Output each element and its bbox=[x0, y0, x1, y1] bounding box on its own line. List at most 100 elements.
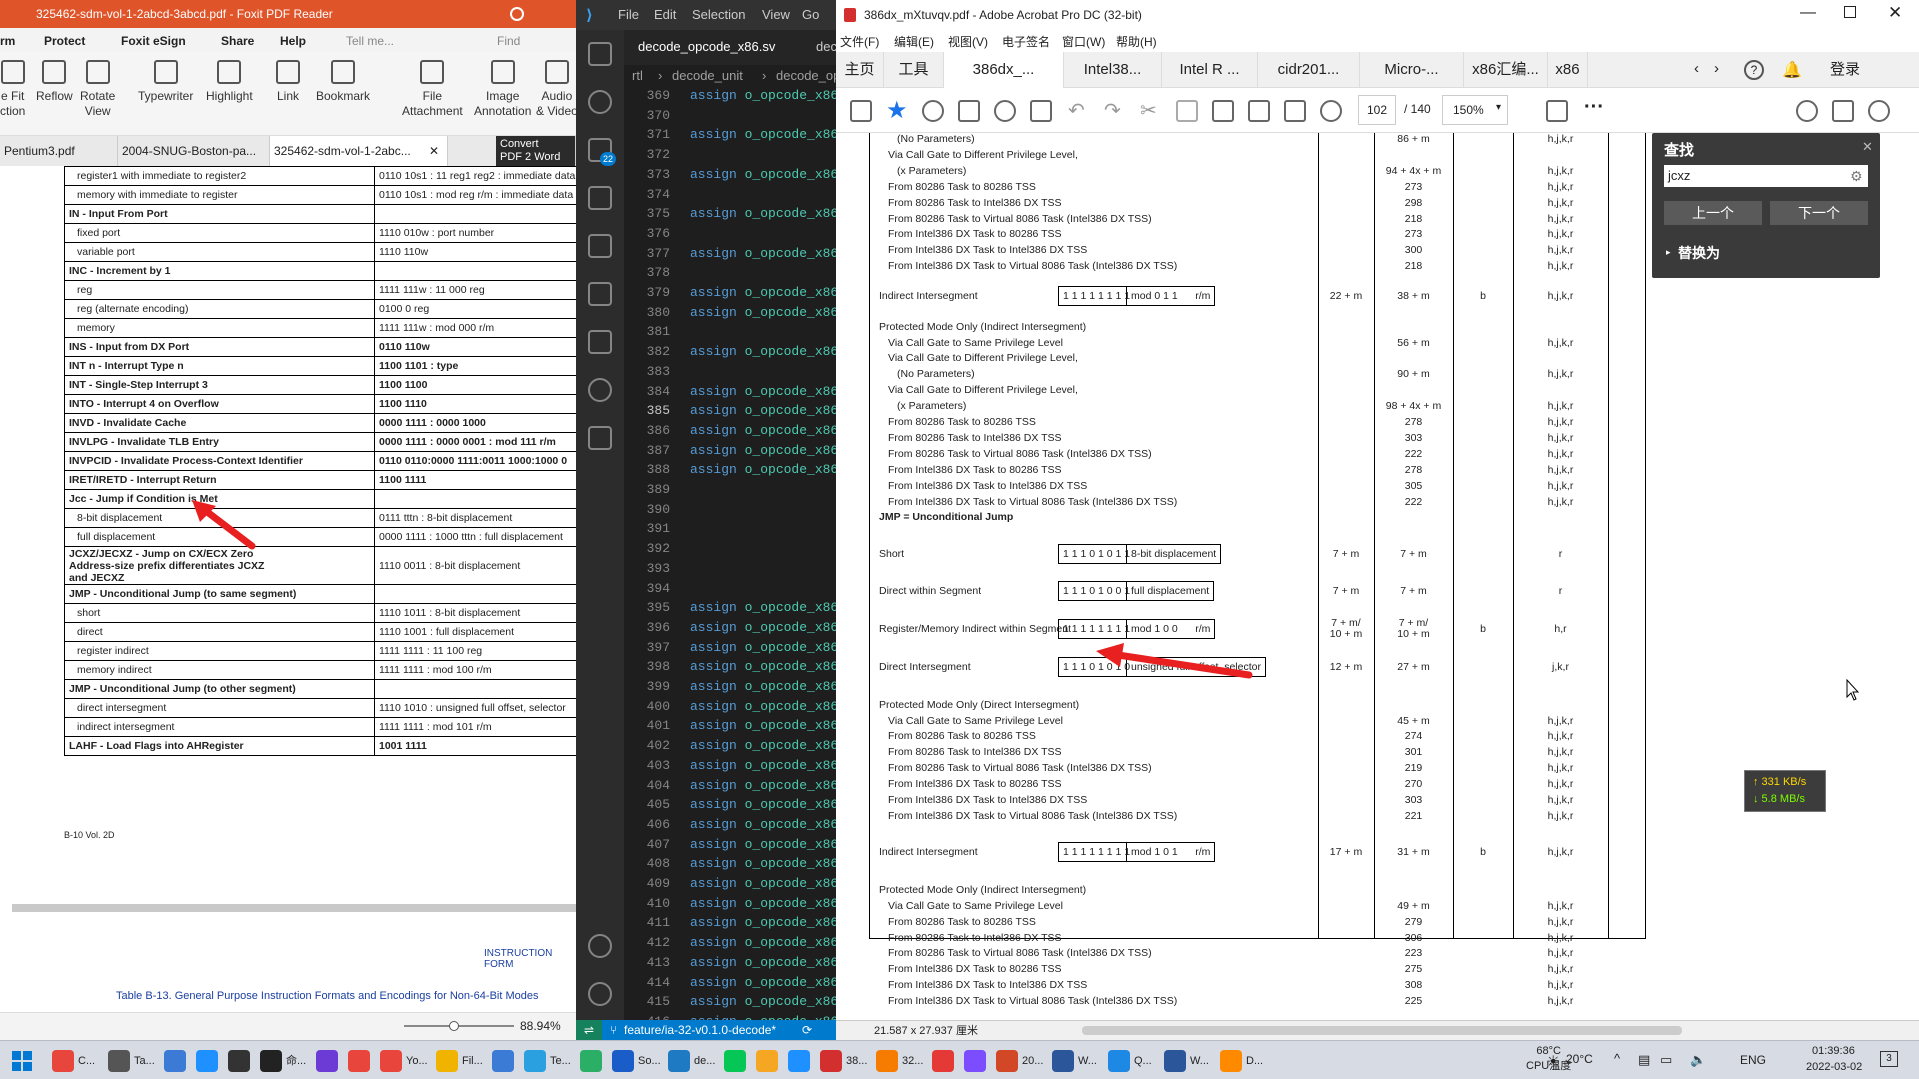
code-line[interactable]: assign o_opcode_x86 bbox=[690, 756, 836, 775]
star-icon[interactable]: ★ bbox=[886, 96, 908, 125]
menu-file[interactable]: File bbox=[618, 7, 639, 22]
run-debug-icon[interactable] bbox=[588, 186, 612, 210]
ribbon-button[interactable]: e Fit ction bbox=[0, 60, 25, 119]
code-editor[interactable]: 369 assign o_opcode_x86 370 371 assign o_opc… bbox=[624, 80, 836, 1040]
code-line[interactable]: assign o_opcode_x86 bbox=[690, 342, 836, 361]
menu-item[interactable]: 文件(F) bbox=[840, 33, 879, 50]
taskbar-app[interactable]: Q... bbox=[1108, 1047, 1152, 1075]
taskbar-app[interactable] bbox=[724, 1047, 750, 1075]
menu-go[interactable]: Go bbox=[802, 7, 819, 22]
chevron-right-icon[interactable]: › bbox=[1714, 60, 1719, 77]
code-line[interactable]: assign o_opcode_x86 bbox=[690, 894, 836, 913]
add-user-icon[interactable] bbox=[1868, 100, 1890, 122]
code-line[interactable]: assign o_opcode_x86 bbox=[690, 677, 836, 696]
chevron-left-icon[interactable]: ‹ bbox=[1694, 60, 1699, 77]
ribbon-button[interactable]: Reflow bbox=[36, 60, 73, 104]
upload-icon[interactable] bbox=[922, 100, 944, 122]
link-icon[interactable] bbox=[1796, 100, 1818, 122]
code-line[interactable]: assign o_opcode_x86 bbox=[690, 992, 836, 1011]
print-icon[interactable] bbox=[958, 100, 980, 122]
clipboard-icon[interactable] bbox=[1212, 100, 1234, 122]
code-line[interactable]: assign o_opcode_x86 bbox=[690, 303, 836, 322]
search-icon[interactable] bbox=[588, 90, 612, 114]
ribbon-button[interactable]: Typewriter bbox=[138, 60, 193, 104]
taskbar-app[interactable]: 38... bbox=[820, 1047, 867, 1075]
acrobat-tab[interactable]: cidr201... bbox=[1258, 52, 1360, 88]
menu-item[interactable]: 电子签名 bbox=[1002, 33, 1050, 50]
sync-icon[interactable]: ⟳ bbox=[802, 1020, 812, 1040]
menu-item[interactable]: 编辑(E) bbox=[894, 33, 934, 50]
taskbar-app[interactable]: Fil... bbox=[436, 1047, 483, 1075]
network-icon[interactable]: ▤ bbox=[1638, 1052, 1650, 1068]
github-icon[interactable] bbox=[588, 378, 612, 402]
protect-icon[interactable] bbox=[1030, 100, 1052, 122]
ribbon-button[interactable]: Rotate View bbox=[80, 60, 115, 119]
login-button[interactable]: 登录 bbox=[1830, 52, 1860, 88]
gear-icon[interactable] bbox=[588, 982, 612, 1006]
code-line[interactable]: assign o_opcode_x86 bbox=[690, 165, 836, 184]
save-icon[interactable] bbox=[850, 100, 872, 122]
code-line[interactable]: assign o_opcode_x86 bbox=[690, 382, 836, 401]
taskbar-app[interactable] bbox=[228, 1047, 254, 1075]
convert-pdf-button[interactable]: Convert PDF 2 Word bbox=[496, 136, 576, 166]
taskbar-app[interactable]: So... bbox=[612, 1047, 661, 1075]
taskbar-app[interactable]: W... bbox=[1164, 1047, 1209, 1075]
battery-icon[interactable]: ▭ bbox=[1660, 1052, 1672, 1068]
ribbon-button[interactable]: Highlight bbox=[206, 60, 253, 104]
code-line[interactable]: assign o_opcode_x86 bbox=[690, 835, 836, 854]
chevron-right-icon[interactable]: ▸ bbox=[1666, 247, 1671, 258]
menu-item[interactable]: 帮助(H) bbox=[1116, 33, 1157, 50]
taskbar-app[interactable] bbox=[196, 1047, 222, 1075]
remote-icon[interactable]: ⇌ bbox=[576, 1020, 602, 1040]
acrobat-tab[interactable]: 工具 bbox=[884, 52, 944, 88]
find-input[interactable]: Find bbox=[497, 34, 520, 48]
acrobat-tab[interactable]: x86 bbox=[1548, 52, 1588, 88]
doc-tab[interactable]: Pentium3.pdf bbox=[0, 136, 118, 166]
taskbar-app[interactable] bbox=[932, 1047, 958, 1075]
menu-item[interactable]: 视图(V) bbox=[948, 33, 988, 50]
taskbar-app[interactable] bbox=[756, 1047, 782, 1075]
code-line[interactable]: assign o_opcode_x86 bbox=[690, 776, 836, 795]
account-icon[interactable] bbox=[510, 7, 524, 21]
zoom-slider[interactable] bbox=[404, 1025, 514, 1027]
camera-icon[interactable] bbox=[1248, 100, 1270, 122]
pages-icon[interactable] bbox=[1284, 100, 1306, 122]
code-line[interactable]: assign o_opcode_x86 bbox=[690, 125, 836, 144]
find-input[interactable]: jcxz bbox=[1664, 165, 1868, 187]
code-line[interactable]: assign o_opcode_x86 bbox=[690, 913, 836, 932]
chevron-down-icon[interactable]: ▾ bbox=[1496, 102, 1501, 113]
page-number-input[interactable]: 102 bbox=[1358, 95, 1396, 125]
copy-icon[interactable] bbox=[1176, 100, 1198, 122]
acrobat-tab[interactable]: Intel R ... bbox=[1162, 52, 1258, 88]
acrobat-tab[interactable]: Intel38... bbox=[1064, 52, 1162, 88]
code-line[interactable]: assign o_opcode_x86 bbox=[690, 815, 836, 834]
close-icon[interactable]: ✕ bbox=[429, 136, 439, 166]
zoom-slider-thumb[interactable] bbox=[449, 1021, 459, 1031]
code-line[interactable]: assign o_opcode_x86 bbox=[690, 716, 836, 735]
doc-tab[interactable]: 2004-SNUG-Boston-pa... bbox=[118, 136, 270, 166]
zoom-out-icon[interactable] bbox=[994, 100, 1016, 122]
horizontal-scrollbar[interactable] bbox=[1082, 1026, 1682, 1035]
live-share-icon[interactable] bbox=[588, 426, 612, 450]
code-line[interactable]: assign o_opcode_x86 bbox=[690, 638, 836, 657]
taskbar-app[interactable] bbox=[964, 1047, 990, 1075]
bell-icon[interactable]: 🔔 bbox=[1782, 60, 1802, 80]
clock-time[interactable]: 01:39:36 bbox=[1812, 1045, 1855, 1057]
account-icon[interactable] bbox=[588, 934, 612, 958]
acrobat-tab[interactable]: x86汇编... bbox=[1464, 52, 1548, 88]
code-line[interactable]: assign o_opcode_x86 bbox=[690, 953, 836, 972]
code-line[interactable]: assign o_opcode_x86 bbox=[690, 421, 836, 440]
taskbar-app[interactable]: C... bbox=[52, 1047, 95, 1075]
code-line[interactable]: assign o_opcode_x86 bbox=[690, 795, 836, 814]
help-icon[interactable]: ? bbox=[1744, 60, 1764, 80]
more-icon[interactable]: ··· bbox=[1584, 96, 1604, 119]
chevron-up-icon[interactable]: ^ bbox=[1614, 1051, 1620, 1066]
code-line[interactable]: assign o_opcode_x86 bbox=[690, 401, 836, 420]
acrobat-tab[interactable]: Micro-... bbox=[1360, 52, 1464, 88]
taskbar-app[interactable]: Ta... bbox=[108, 1047, 155, 1075]
menu-item-protect[interactable]: Protect bbox=[44, 34, 85, 48]
close-icon[interactable]: ✕ bbox=[1862, 139, 1873, 155]
code-line[interactable]: assign o_opcode_x86 bbox=[690, 283, 836, 302]
extensions-icon[interactable] bbox=[588, 234, 612, 258]
maximize-icon[interactable] bbox=[1844, 6, 1856, 18]
